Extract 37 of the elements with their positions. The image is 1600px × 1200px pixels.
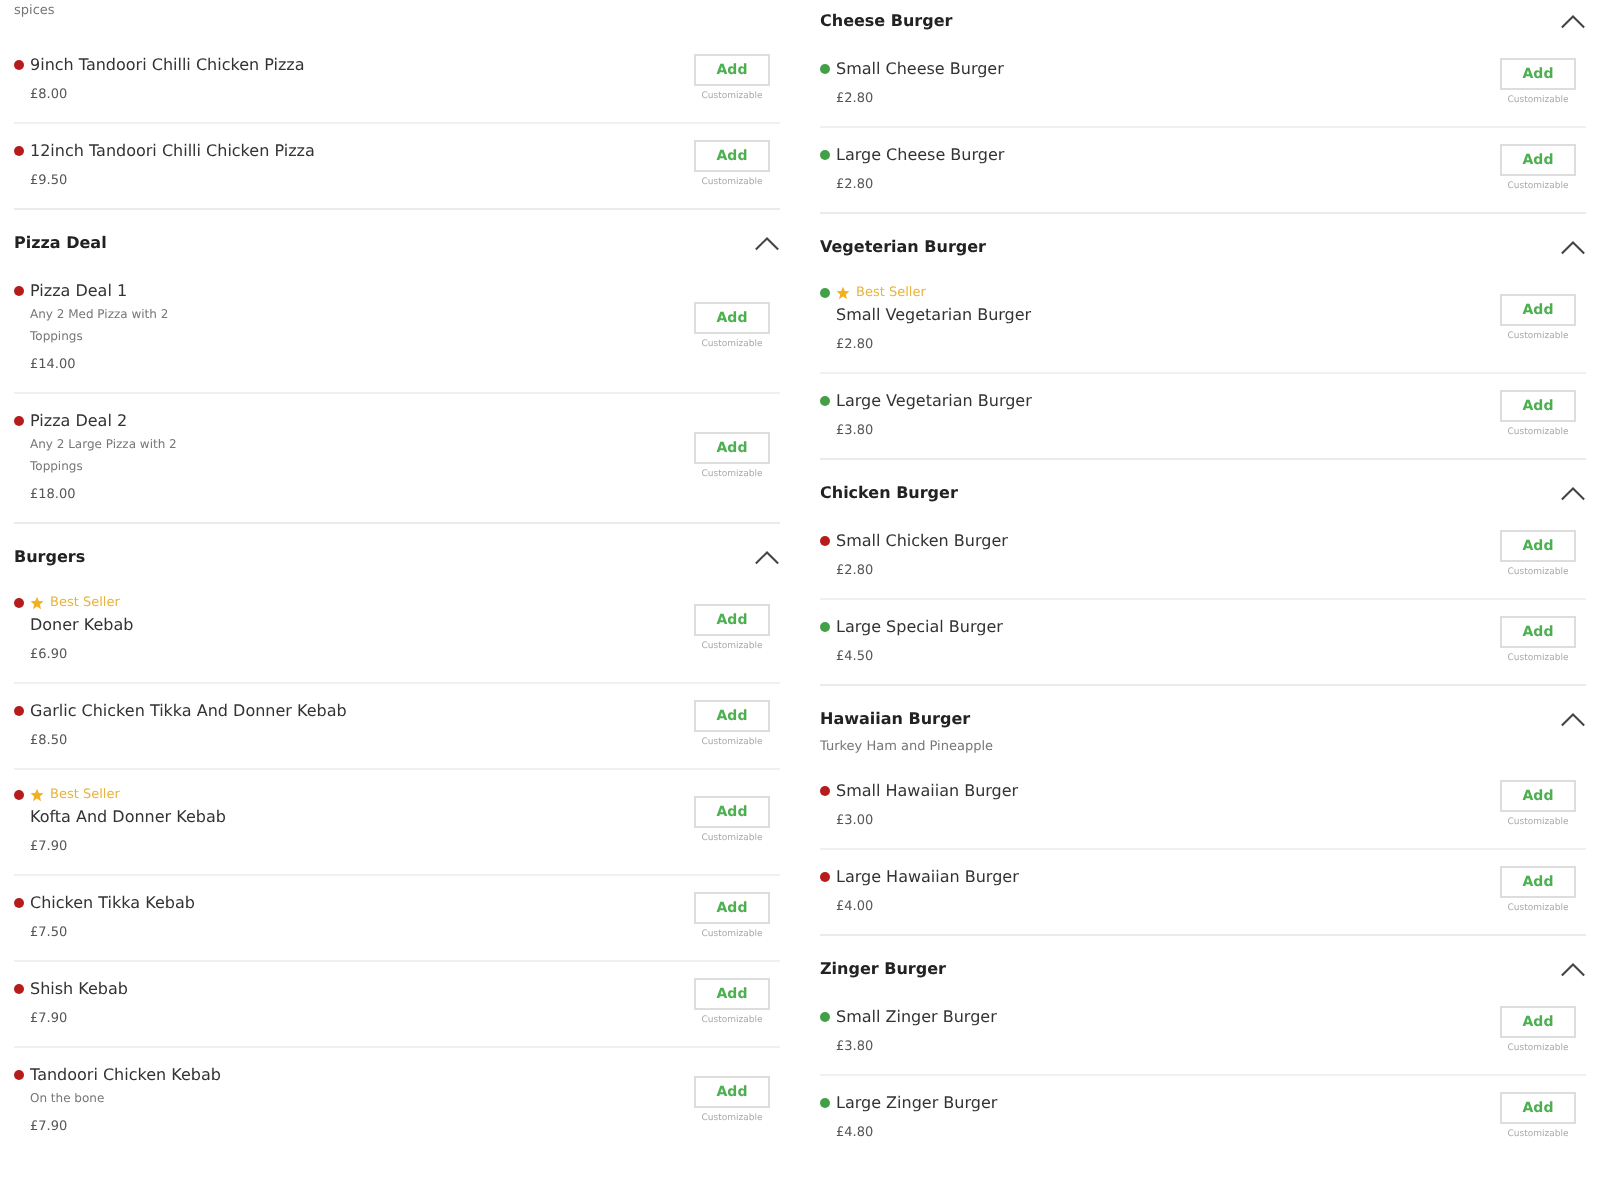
chevron-icon[interactable] xyxy=(1560,486,1586,502)
chevron-icon[interactable] xyxy=(1560,14,1586,30)
item-name: Chicken Tikka Kebab xyxy=(30,892,195,916)
item-name: Small Hawaiian Burger xyxy=(836,780,1019,804)
chevron-icon[interactable] xyxy=(1560,240,1586,256)
section-title: Burgers xyxy=(14,546,86,570)
star-icon xyxy=(30,787,44,801)
item-name: Pizza Deal 1 xyxy=(30,280,128,304)
section-title: Cheese Burger xyxy=(820,10,953,34)
item-name: 9inch Tandoori Chilli Chicken Pizza xyxy=(30,54,305,78)
item-name: Large Cheese Burger xyxy=(836,144,1005,168)
item-name: Small Vegetarian Burger xyxy=(836,304,1032,328)
section-title: Pizza Deal xyxy=(14,232,107,256)
item-name: Small Zinger Burger xyxy=(836,1006,997,1030)
item-name: Large Special Burger xyxy=(836,616,1003,640)
item-name: Doner Kebab xyxy=(30,614,134,638)
chevron-icon[interactable] xyxy=(1560,712,1586,728)
item-name: Kofta And Donner Kebab xyxy=(30,806,226,830)
item-name: Garlic Chicken Tikka And Donner Kebab xyxy=(30,700,347,724)
item-name: 12inch Tandoori Chilli Chicken Pizza xyxy=(30,140,315,164)
section-title: Vegeterian Burger xyxy=(820,236,986,260)
item-name: Pizza Deal 2 xyxy=(30,410,128,434)
section-title: Hawaiian Burger xyxy=(820,708,973,732)
item-name: Small Cheese Burger xyxy=(836,58,1004,82)
item-name: Large Zinger Burger xyxy=(836,1092,998,1116)
star-icon xyxy=(30,595,44,609)
section-title: Chicken Burger xyxy=(820,482,958,506)
star-icon xyxy=(836,285,850,299)
item-name: Large Vegetarian Burger xyxy=(836,390,1032,414)
chevron-icon[interactable] xyxy=(1560,962,1586,978)
item-name: Small Chicken Burger xyxy=(836,530,1008,554)
chevron-icon[interactable] xyxy=(754,236,780,252)
item-name: Tandoori Chicken Kebab xyxy=(30,1064,221,1088)
chevron-icon[interactable] xyxy=(754,550,780,566)
item-name: Large Hawaiian Burger xyxy=(836,866,1019,890)
section-title: Zinger Burger xyxy=(820,958,946,982)
item-name: Shish Kebab xyxy=(30,978,128,1002)
